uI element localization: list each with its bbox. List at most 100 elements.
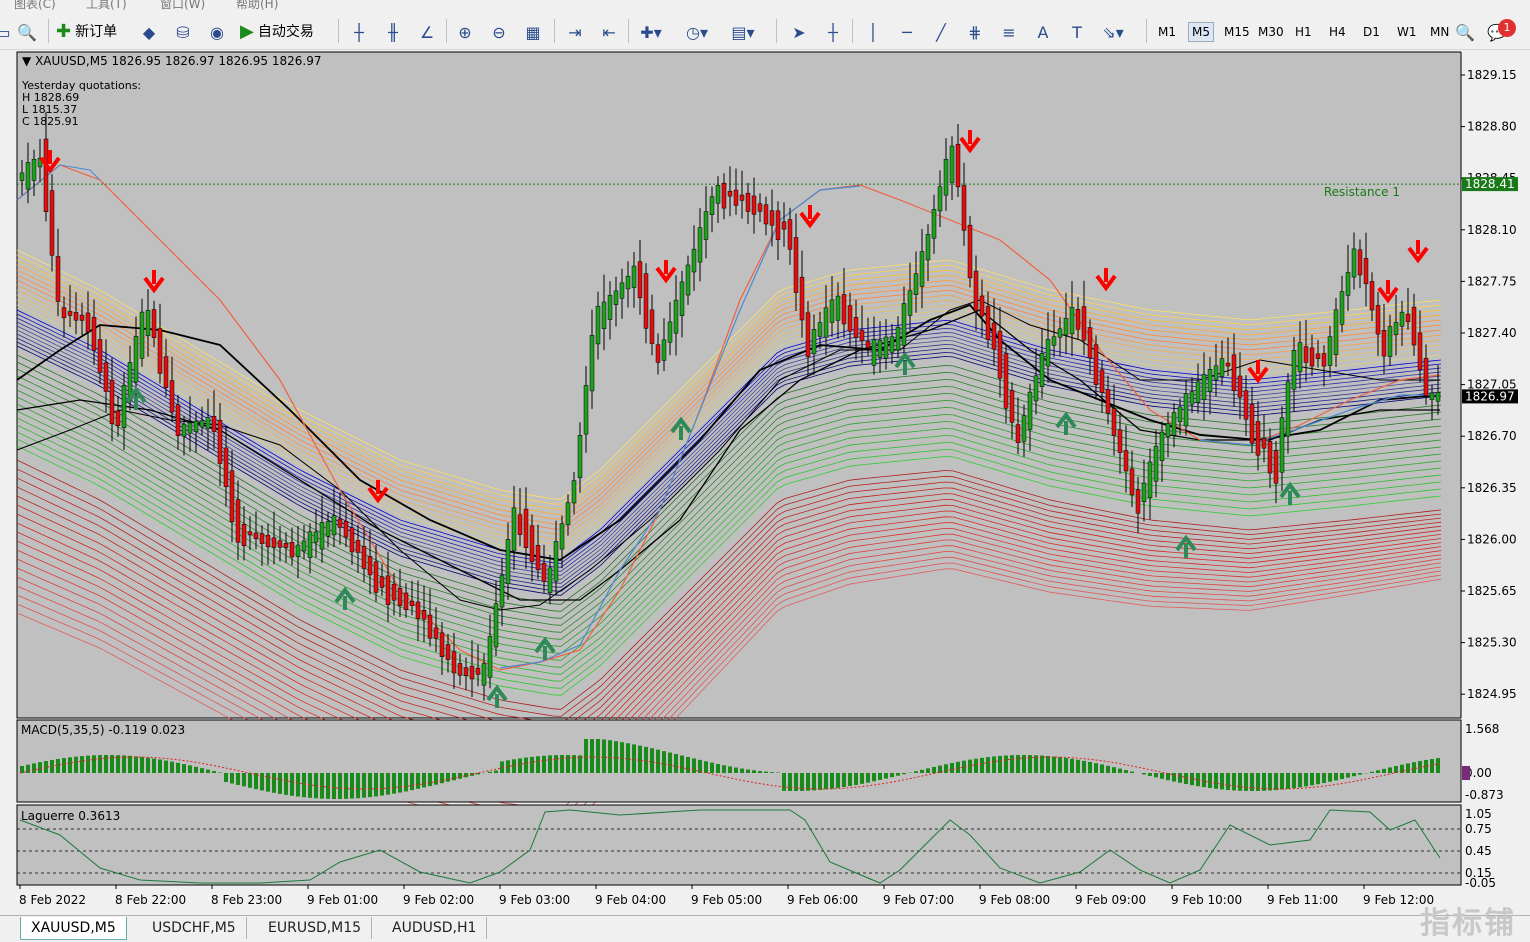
timeframe-mn[interactable]: MN [1430, 25, 1449, 39]
candle-body [842, 294, 846, 323]
timeframe-m30[interactable]: M30 [1258, 25, 1284, 39]
candle-body [818, 322, 822, 336]
macd-bar [230, 773, 234, 783]
chart-shift-icon[interactable]: ⇤ [598, 21, 620, 43]
macd-bar [1388, 767, 1392, 773]
menu-tools[interactable]: 工具(T) [86, 0, 127, 12]
zoom-in-icon[interactable]: ⊕ [454, 21, 476, 43]
candle-body [782, 222, 786, 229]
price-chart[interactable]: 1829.151828.801828.451828.101827.751827.… [0, 50, 1530, 915]
macd-bar [350, 773, 354, 799]
candle-body [1124, 451, 1128, 471]
line-chart-icon[interactable]: ∠ [416, 21, 438, 43]
candle-body [752, 196, 756, 214]
candle-body [326, 522, 330, 537]
macd-bar [248, 773, 252, 788]
chart-window[interactable]: 1829.151828.801828.451828.101827.751827.… [0, 50, 1530, 915]
candle-body [620, 283, 624, 298]
candle-body [476, 668, 480, 674]
tab-eurusd-m15[interactable]: EURUSD,M15 [258, 917, 372, 939]
candle-body [218, 420, 222, 463]
timeframe-m15[interactable]: M15 [1224, 25, 1250, 39]
templates-icon[interactable]: ▤▾ [732, 21, 754, 43]
text-icon[interactable]: A [1032, 21, 1054, 43]
macd-bar [1382, 769, 1386, 773]
period-clock-icon[interactable]: ◷▾ [686, 21, 708, 43]
macd-bar [950, 763, 954, 773]
candle-body [152, 310, 156, 338]
tab-xauusd-m5[interactable]: XAUUSD,M5 [20, 917, 127, 940]
channel-icon[interactable]: ⋕ [964, 21, 986, 43]
candle-body [1418, 333, 1422, 370]
time-tick-label: 8 Feb 23:00 [211, 893, 282, 907]
menu-chart[interactable]: 图表(C) [14, 0, 56, 12]
candle-body [1004, 354, 1008, 409]
candle-body [260, 534, 264, 544]
macd-bar [1016, 755, 1020, 773]
database-icon[interactable]: ⛁ [172, 21, 194, 43]
time-tick-label: 9 Feb 08:00 [979, 893, 1050, 907]
candle-body [638, 262, 642, 298]
candle-body [380, 577, 384, 588]
new-order-button[interactable]: ✚ 新订单 [56, 17, 117, 45]
tile-windows-icon[interactable]: ▦ [522, 21, 544, 43]
vertical-line-icon[interactable]: │ [862, 21, 884, 43]
menu-help[interactable]: 帮助(H) [236, 0, 278, 12]
text-label-icon[interactable]: T [1066, 21, 1088, 43]
bar-chart-icon[interactable]: ┼ [348, 21, 370, 43]
macd-bar [560, 755, 564, 773]
crosshair-icon[interactable]: ┼ [822, 21, 844, 43]
macd-bar [1340, 773, 1344, 779]
macd-bar [188, 765, 192, 773]
zoom-out-icon[interactable]: ⊖ [488, 21, 510, 43]
search-icon[interactable]: 🔍 [1454, 21, 1476, 43]
macd-bar [128, 756, 132, 773]
signals-icon[interactable]: ◉ [206, 21, 228, 43]
macd-bar [728, 766, 732, 773]
candle-body [1052, 337, 1056, 346]
fibonacci-icon[interactable]: ≡ [998, 21, 1020, 43]
chart-header-text: XAUUSD,M5 1826.95 1826.97 1826.95 1826.9… [35, 54, 321, 68]
macd-bar [914, 771, 918, 773]
tab-audusd-h1[interactable]: AUDUSD,H1 [382, 917, 487, 939]
autoscroll-icon[interactable]: ⇥ [564, 21, 586, 43]
candle-body [1382, 330, 1386, 356]
candle-body [902, 303, 906, 345]
candle-body [968, 225, 972, 278]
arrows-icon[interactable]: ⇘▾ [1102, 21, 1124, 43]
laguerre-tick-label: -0.05 [1465, 876, 1496, 890]
candle-body [1130, 469, 1134, 495]
candle-body [1070, 307, 1074, 333]
candlestick-icon[interactable]: ╫ [382, 21, 404, 43]
timeframe-h1[interactable]: H1 [1295, 25, 1312, 39]
chart-header: ▼ XAUUSD,M5 1826.95 1826.97 1826.95 1826… [22, 54, 321, 68]
timeframe-h4[interactable]: H4 [1329, 25, 1346, 39]
timeframe-d1[interactable]: D1 [1363, 25, 1380, 39]
candle-body [590, 335, 594, 391]
timeframe-w1[interactable]: W1 [1397, 25, 1417, 39]
gold-icon[interactable]: ◆ [138, 21, 160, 43]
tab-usdchf-m5[interactable]: USDCHF,M5 [142, 917, 247, 939]
candle-body [422, 610, 426, 619]
window-icon[interactable]: ▭ [0, 21, 14, 43]
horizontal-line-icon[interactable]: ─ [896, 21, 918, 43]
auto-trading-button[interactable]: ▶ 自动交易 [240, 17, 314, 45]
candle-body [1346, 272, 1350, 295]
candle-body [554, 541, 558, 581]
candle-body [1178, 407, 1182, 422]
macd-bar [410, 773, 414, 790]
price-tick-label: 1827.40 [1467, 326, 1517, 340]
indicators-icon[interactable]: ✚▾ [640, 21, 662, 43]
timeframe-m1[interactable]: M1 [1158, 25, 1176, 39]
macd-bar [680, 756, 684, 773]
menu-window[interactable]: 窗口(W) [160, 0, 205, 12]
candle-body [164, 357, 168, 388]
trendline-icon[interactable]: ╱ [930, 21, 952, 43]
timeframe-m5[interactable]: M5 [1188, 22, 1214, 42]
macd-bar [158, 759, 162, 773]
zoom-search-icon[interactable]: 🔍 [16, 21, 38, 43]
candle-body [302, 541, 306, 551]
macd-bar [200, 768, 204, 773]
cursor-icon[interactable]: ➤ [788, 21, 810, 43]
macd-bar [284, 773, 288, 795]
